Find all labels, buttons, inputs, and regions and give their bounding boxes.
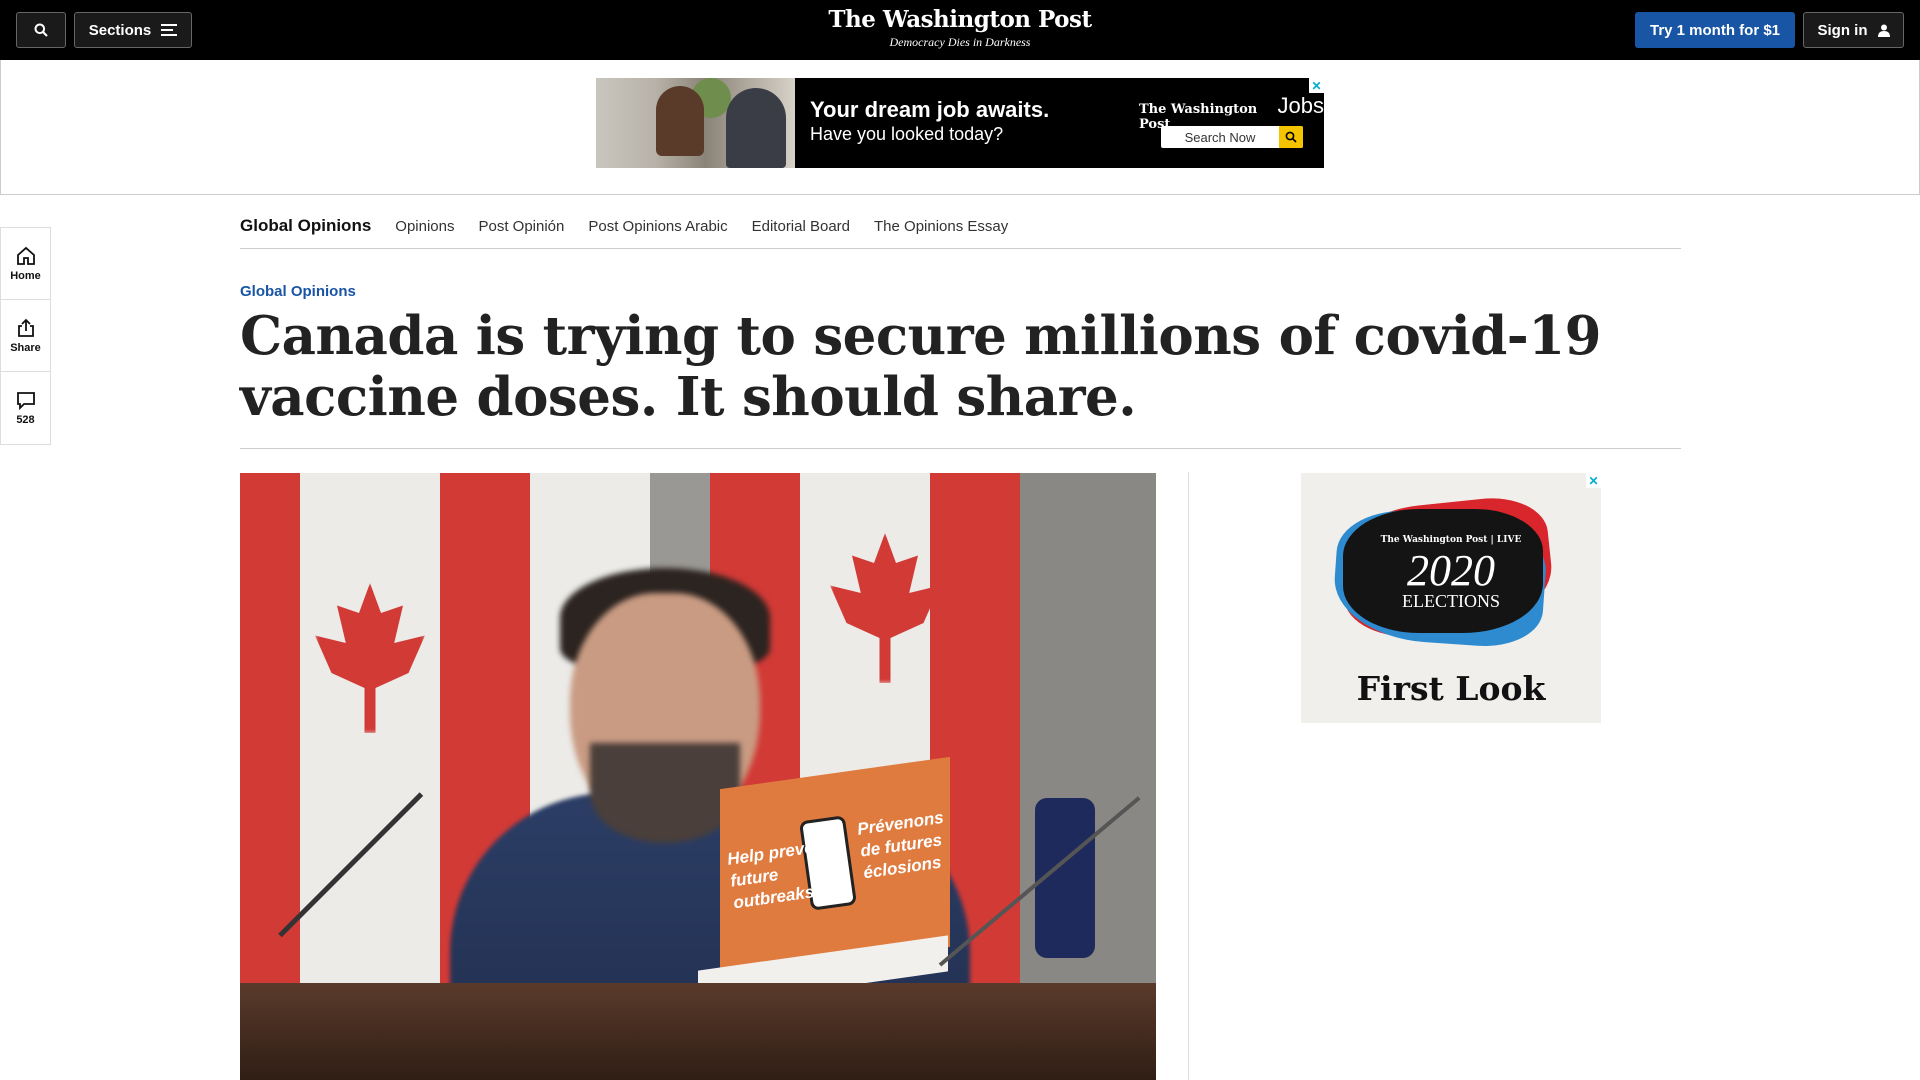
sign-in-button[interactable]: Sign in [1803,12,1904,48]
user-icon [1877,24,1890,37]
comment-icon [16,392,35,410]
subnav-link-editorial-board[interactable]: Editorial Board [752,218,850,235]
share-label: Share [10,341,41,354]
menu-icon [161,24,178,36]
site-header: Sections The Washington Post Democracy D… [0,0,1920,60]
subnav-link-opinions-essay[interactable]: The Opinions Essay [874,218,1008,235]
logo-name: The Washington Post [828,6,1092,33]
subnav-link-opinions[interactable]: Opinions [395,218,454,235]
ad-search-icon [1279,126,1303,148]
section-subnav: Global Opinions Opinions Post Opinión Po… [240,204,1681,249]
jobs-ad-banner[interactable]: Your dream job awaits. Have you looked t… [596,78,1324,168]
subnav-link-post-opinions-arabic[interactable]: Post Opinions Arabic [588,218,727,235]
elections-ad-year: 2020 [1407,546,1495,595]
home-button[interactable]: Home [1,228,50,300]
ad-close-icon[interactable]: ✕ [1586,473,1601,488]
ad-brand-suffix: Jobs [1277,93,1324,118]
comments-button[interactable]: 528 [1,372,50,444]
sections-label: Sections [88,21,152,39]
column-divider [1188,472,1189,1080]
ad-search-label: Search Now [1184,129,1256,145]
search-button[interactable] [16,12,66,48]
article-kicker[interactable]: Global Opinions [240,283,356,300]
comments-count: 528 [16,414,35,426]
sections-button[interactable]: Sections [74,12,192,48]
elections-ad-tagline: First Look [1356,669,1546,708]
hero-image[interactable]: Help prevent future outbreaks Prévenons … [240,473,1156,1080]
article-tool-rail: Home Share 528 [0,227,51,445]
subnav-title[interactable]: Global Opinions [240,216,371,236]
elections-ad[interactable]: The Washington Post | LIVE 2020 ELECTION… [1301,473,1601,723]
ad-subline: Have you looked today? [810,124,1004,144]
elections-ad-label: ELECTIONS [1402,591,1500,611]
subscribe-button[interactable]: Try 1 month for $1 [1635,12,1795,48]
home-label: Home [10,269,41,282]
ad-close-icon[interactable]: ✕ [1309,78,1324,93]
home-icon [16,246,35,265]
ad-headline: Your dream job awaits. [810,97,1050,122]
article-headline: Canada is trying to secure millions of c… [240,305,1602,428]
logo-tagline: Democracy Dies in Darkness [889,35,1031,49]
site-logo[interactable]: The Washington Post Democracy Dies in Da… [760,6,1160,50]
subnav-link-post-opinion[interactable]: Post Opinión [478,218,564,235]
ad-search-now-button[interactable]: Search Now [1161,126,1303,148]
elections-ad-brand: The Washington Post | LIVE [1380,535,1522,545]
headline-divider [240,448,1681,449]
ad-photo [596,78,795,168]
search-icon [34,23,48,37]
sign-in-label: Sign in [1817,21,1868,39]
share-button[interactable]: Share [1,300,50,372]
share-icon [17,318,34,337]
